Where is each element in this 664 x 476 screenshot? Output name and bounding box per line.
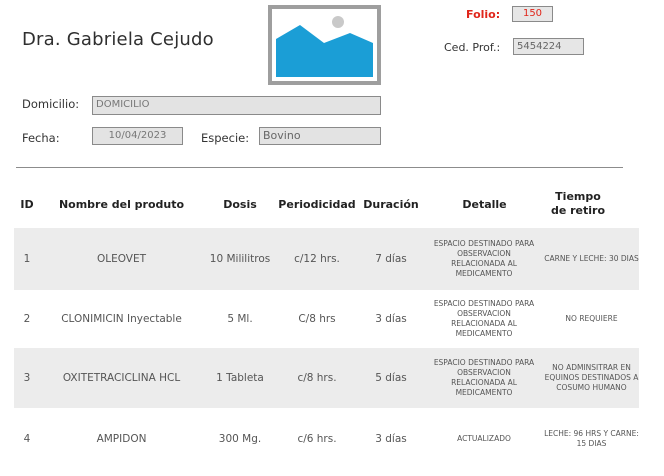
cell-periodicidad: c/12 hrs. — [294, 253, 340, 265]
cell-dosis: 300 Mg. — [218, 433, 262, 445]
cell-retiro: NO REQUIERE — [565, 314, 618, 323]
folio-field[interactable]: 150 — [512, 6, 553, 22]
cell-retiro: CARNE Y LECHE: 30 DIAS — [544, 254, 639, 263]
cell-dosis: 10 Mililitros — [209, 253, 271, 265]
domicilio-field[interactable]: DOMICILIO — [92, 96, 381, 115]
ced-prof-field[interactable]: 5454224 — [513, 38, 584, 55]
domicilio-label: Domicilio: — [22, 97, 80, 111]
table-row: 3 OXITETRACICLINA HCL 1 Tableta c/8 hrs.… — [14, 348, 639, 408]
cell-detalle: ESPACIO DESTINADO PARA OBSERVACION RELAC… — [433, 239, 535, 278]
especie-label: Especie: — [201, 131, 250, 145]
prescription-page: Dra. Gabriela Cejudo Folio: 150 Ced. Pro… — [0, 0, 664, 476]
cell-dosis: 1 Tableta — [216, 372, 264, 384]
doctor-name: Dra. Gabriela Cejudo — [22, 29, 214, 50]
table-row: 4 AMPIDON 300 Mg. c/6 hrs. 3 días ACTUAL… — [14, 408, 639, 470]
cell-detalle: ESPACIO DESTINADO PARA OBSERVACION RELAC… — [433, 299, 535, 338]
table-row: 1 OLEOVET 10 Mililitros c/12 hrs. 7 días… — [14, 228, 639, 290]
column-header-id: ID — [20, 198, 34, 211]
logo-placeholder[interactable] — [268, 5, 381, 85]
cell-duracion: 3 días — [375, 313, 407, 325]
folio-label: Folio: — [466, 8, 501, 21]
especie-field[interactable]: Bovino — [259, 127, 381, 145]
cell-periodicidad: c/8 hrs. — [297, 372, 337, 384]
column-header-nombre: Nombre del produto — [58, 198, 185, 211]
cell-id: 1 — [23, 253, 31, 265]
cell-detalle: ACTUALIZADO — [457, 434, 511, 443]
cell-id: 4 — [23, 433, 31, 445]
column-header-retiro: Tiempo de retiro — [550, 190, 606, 217]
cell-retiro: NO ADMINSITRAR EN EQUINOS DESTINADOS A C… — [544, 363, 639, 392]
cell-duracion: 3 días — [375, 433, 407, 445]
cell-nombre: AMPIDON — [96, 433, 147, 445]
table-row: 2 CLONIMICIN Inyectable 5 Ml. C/8 hrs 3 … — [14, 290, 639, 348]
column-header-duracion: Duración — [363, 198, 419, 211]
cell-id: 2 — [23, 313, 31, 325]
cell-duracion: 7 días — [375, 253, 407, 265]
cell-dosis: 5 Ml. — [227, 313, 253, 325]
section-divider — [16, 167, 623, 168]
column-header-dosis: Dosis — [223, 198, 257, 211]
cell-duracion: 5 días — [375, 372, 407, 384]
image-placeholder-icon — [276, 16, 373, 77]
column-header-periodicidad: Periodicidad — [278, 198, 356, 211]
cell-nombre: OLEOVET — [96, 253, 147, 265]
cell-periodicidad: c/6 hrs. — [297, 433, 337, 445]
fecha-label: Fecha: — [22, 131, 60, 145]
cell-periodicidad: C/8 hrs — [298, 313, 336, 325]
cell-retiro: LECHE: 96 HRS Y CARNE: 15 DIAS — [544, 429, 639, 448]
cell-nombre: CLONIMICIN Inyectable — [61, 313, 182, 325]
cell-nombre: OXITETRACICLINA HCL — [62, 372, 181, 384]
cell-detalle: ESPACIO DESTINADO PARA OBSERVACION RELAC… — [433, 358, 535, 397]
fecha-field[interactable]: 10/04/2023 — [92, 127, 183, 145]
cell-id: 3 — [23, 372, 31, 384]
ced-prof-label: Ced. Prof.: — [444, 41, 501, 54]
column-header-detalle: Detalle — [462, 198, 507, 211]
